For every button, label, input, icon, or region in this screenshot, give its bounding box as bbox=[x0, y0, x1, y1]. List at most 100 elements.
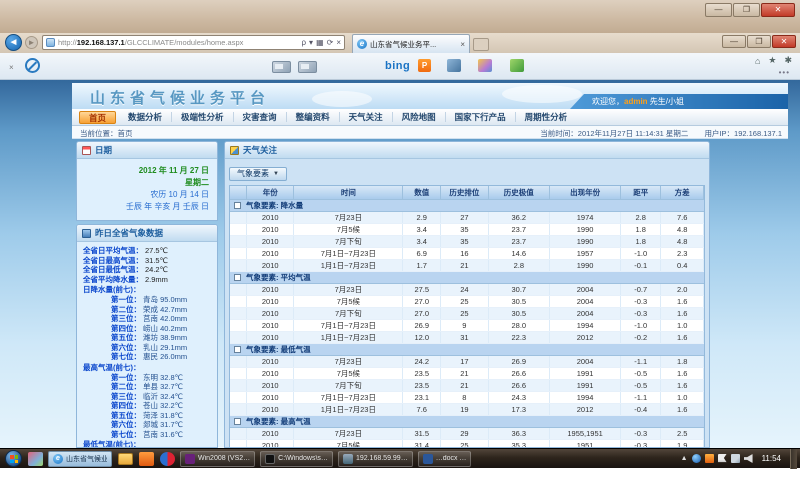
volume-icon[interactable] bbox=[744, 454, 753, 463]
network-globe-icon[interactable] bbox=[692, 454, 701, 463]
pinned-app-icon[interactable] bbox=[160, 452, 175, 466]
toolbar-plugin-icon[interactable] bbox=[447, 59, 461, 72]
taskbar-task[interactable]: …docx … bbox=[418, 451, 472, 467]
group-checkbox[interactable] bbox=[234, 346, 241, 353]
group-header-row[interactable]: 气象要素: 平均气温 bbox=[230, 271, 704, 283]
action-center-flag-icon[interactable] bbox=[718, 454, 727, 463]
table-row[interactable]: 20107月23日31.52936.31955,1951-0.32.5 bbox=[230, 427, 704, 439]
column-header: 历史排位 bbox=[441, 186, 488, 199]
pinned-app-icon[interactable] bbox=[139, 452, 154, 466]
toolbar-plugin-icon[interactable] bbox=[510, 59, 524, 72]
ie-favicon: e bbox=[357, 39, 367, 49]
taskbar-task[interactable]: 192.168.59.99… bbox=[338, 451, 413, 467]
bing-search-icon[interactable]: P bbox=[418, 59, 431, 72]
autocomplete-arrow-icon[interactable]: ▾ bbox=[309, 38, 313, 47]
weather-stat: 全省日最高气温：31.5℃ bbox=[83, 256, 213, 266]
browser-maximize-button[interactable]: ❐ bbox=[747, 35, 771, 48]
stop-icon[interactable]: × bbox=[336, 38, 341, 47]
rank-item: 第三位：临沂 32.4℃ bbox=[83, 392, 213, 402]
blocked-icon[interactable] bbox=[25, 58, 40, 73]
nav-item[interactable]: 首页 bbox=[79, 111, 116, 124]
weather-summary-header: 昨日全省气象数据 bbox=[77, 225, 217, 242]
rank-item: 第一位：东明 32.8℃ bbox=[83, 373, 213, 383]
search-icon[interactable]: ρ bbox=[301, 38, 306, 47]
explorer-folder-icon[interactable] bbox=[118, 453, 133, 465]
nav-item[interactable]: 风险地图 bbox=[393, 112, 446, 122]
new-tab-button[interactable] bbox=[473, 38, 489, 51]
tray-app-icon[interactable] bbox=[705, 454, 714, 463]
browser-close-button[interactable]: ✕ bbox=[772, 35, 796, 48]
table-row[interactable]: 20101月1日~7月23日1.7212.81990-0.10.4 bbox=[230, 259, 704, 271]
rank-item: 第五位：潍坊 38.9mm bbox=[83, 333, 213, 343]
close-button[interactable]: ✕ bbox=[761, 3, 795, 17]
taskbar-task-browser[interactable]: e 山东省气候业… bbox=[48, 451, 112, 467]
taskbar-clock[interactable]: 11:54 bbox=[757, 454, 786, 463]
group-header-row[interactable]: 气象要素: 最高气温 bbox=[230, 415, 704, 427]
table-row[interactable]: 20107月1日~7月23日26.9928.01994-1.01.0 bbox=[230, 319, 704, 331]
compatibility-view-icon[interactable]: ▦ bbox=[316, 38, 324, 47]
address-bar[interactable]: http://192.168.137.1/GLCCLIMATE/modules/… bbox=[42, 35, 345, 50]
table-row[interactable]: 20107月5候3.43523.719901.84.8 bbox=[230, 223, 704, 235]
tab-title[interactable]: 山东省气候业务平... bbox=[370, 39, 457, 50]
weather-watch-table: 年份时间数值历史排位历史极值出现年份距平方差 气象要素: 降水量 20107月2… bbox=[230, 186, 704, 448]
table-row[interactable]: 20107月5候23.52126.61991-0.51.6 bbox=[230, 367, 704, 379]
nav-item[interactable]: 极端性分析 bbox=[172, 112, 234, 122]
url-text[interactable]: http://192.168.137.1/GLCCLIMATE/modules/… bbox=[58, 38, 301, 47]
table-row[interactable]: 20107月下旬23.52126.61991-0.51.6 bbox=[230, 379, 704, 391]
minimize-button[interactable]: — bbox=[705, 3, 732, 17]
taskbar-task[interactable]: Win2008 (VS2… bbox=[180, 451, 255, 467]
bing-logo[interactable]: bing bbox=[385, 60, 410, 72]
maximize-button[interactable]: ❐ bbox=[733, 3, 760, 17]
table-row[interactable]: 20107月1日~7月23日23.1824.31994-1.11.0 bbox=[230, 391, 704, 403]
nav-item[interactable]: 整编资料 bbox=[287, 112, 340, 122]
table-row[interactable]: 20107月23日27.52430.72004-0.72.0 bbox=[230, 283, 704, 295]
rank-item: 第四位：崂山 40.2mm bbox=[83, 324, 213, 334]
group-checkbox[interactable] bbox=[234, 418, 241, 425]
nav-item[interactable]: 天气关注 bbox=[340, 112, 393, 122]
settings-gear-icon[interactable]: ✱ bbox=[784, 55, 792, 66]
tab-close-icon[interactable]: × bbox=[457, 40, 465, 49]
nav-item[interactable]: 周期性分析 bbox=[516, 112, 577, 122]
toolbar-addon-icon[interactable] bbox=[272, 61, 291, 73]
rank-item: 第七位：莒南 31.6℃ bbox=[83, 430, 213, 440]
group-checkbox[interactable] bbox=[234, 202, 241, 209]
favorites-star-icon[interactable]: ★ bbox=[768, 55, 776, 66]
sidebar-close-icon[interactable]: × bbox=[9, 63, 14, 72]
weather-summary-panel: 昨日全省气象数据 全省日平均气温：27.5℃全省日最高气温：31.5℃全省日最低… bbox=[76, 224, 218, 448]
nav-item[interactable]: 灾害查询 bbox=[234, 112, 287, 122]
task-app-icon bbox=[185, 454, 195, 464]
table-row[interactable]: 20107月23日24.21726.92004-1.11.8 bbox=[230, 355, 704, 367]
browser-minimize-button[interactable]: — bbox=[722, 35, 746, 48]
table-row[interactable]: 20107月下旬27.02530.52004-0.31.6 bbox=[230, 307, 704, 319]
start-button[interactable] bbox=[5, 450, 22, 467]
forward-button[interactable]: ► bbox=[25, 36, 38, 49]
network-icon[interactable] bbox=[731, 454, 740, 463]
table-row[interactable]: 20107月下旬3.43523.719901.84.8 bbox=[230, 235, 704, 247]
toolbar-overflow-dots[interactable]: ••• bbox=[779, 68, 790, 77]
nav-item[interactable]: 国家下行产品 bbox=[446, 112, 516, 122]
back-button[interactable]: ◄ bbox=[5, 34, 22, 51]
group-checkbox[interactable] bbox=[234, 274, 241, 281]
table-row[interactable]: 20107月23日2.92736.219742.87.6 bbox=[230, 211, 704, 223]
table-row[interactable]: 20107月5候31.42535.31951-0.31.9 bbox=[230, 439, 704, 448]
tray-expand-icon[interactable]: ▲ bbox=[681, 455, 688, 462]
table-row[interactable]: 20101月1日~7月23日7.61917.32012-0.41.6 bbox=[230, 403, 704, 415]
rank-item: 第二位：单县 32.7℃ bbox=[83, 382, 213, 392]
group-header-row[interactable]: 气象要素: 最低气温 bbox=[230, 343, 704, 355]
table-row[interactable]: 20107月5候27.02530.52004-0.31.6 bbox=[230, 295, 704, 307]
toolbar-plugin-icon[interactable] bbox=[478, 59, 492, 72]
table-row[interactable]: 20107月1日~7月23日6.91614.61957-1.02.3 bbox=[230, 247, 704, 259]
taskbar-task[interactable]: C:\Windows\s… bbox=[260, 451, 333, 467]
toolbar-addon-icon[interactable] bbox=[298, 61, 317, 73]
group-header-row[interactable]: 气象要素: 降水量 bbox=[230, 199, 704, 211]
refresh-icon[interactable]: ⟳ bbox=[327, 38, 334, 47]
browser-tab[interactable]: e 山东省气候业务平... × bbox=[352, 34, 470, 53]
element-filter-button[interactable]: 气象要素▼ bbox=[229, 167, 287, 181]
system-tray: ▲ 11:54 bbox=[681, 449, 800, 469]
pinned-app-icon[interactable] bbox=[28, 452, 43, 466]
show-desktop-button[interactable] bbox=[790, 449, 797, 469]
table-row[interactable]: 20101月1日~7月23日12.03122.32012-0.21.6 bbox=[230, 331, 704, 343]
home-icon[interactable]: ⌂ bbox=[755, 56, 760, 66]
rank-item: 第三位：莒南 42.0mm bbox=[83, 314, 213, 324]
nav-item[interactable]: 数据分析 bbox=[119, 112, 172, 122]
